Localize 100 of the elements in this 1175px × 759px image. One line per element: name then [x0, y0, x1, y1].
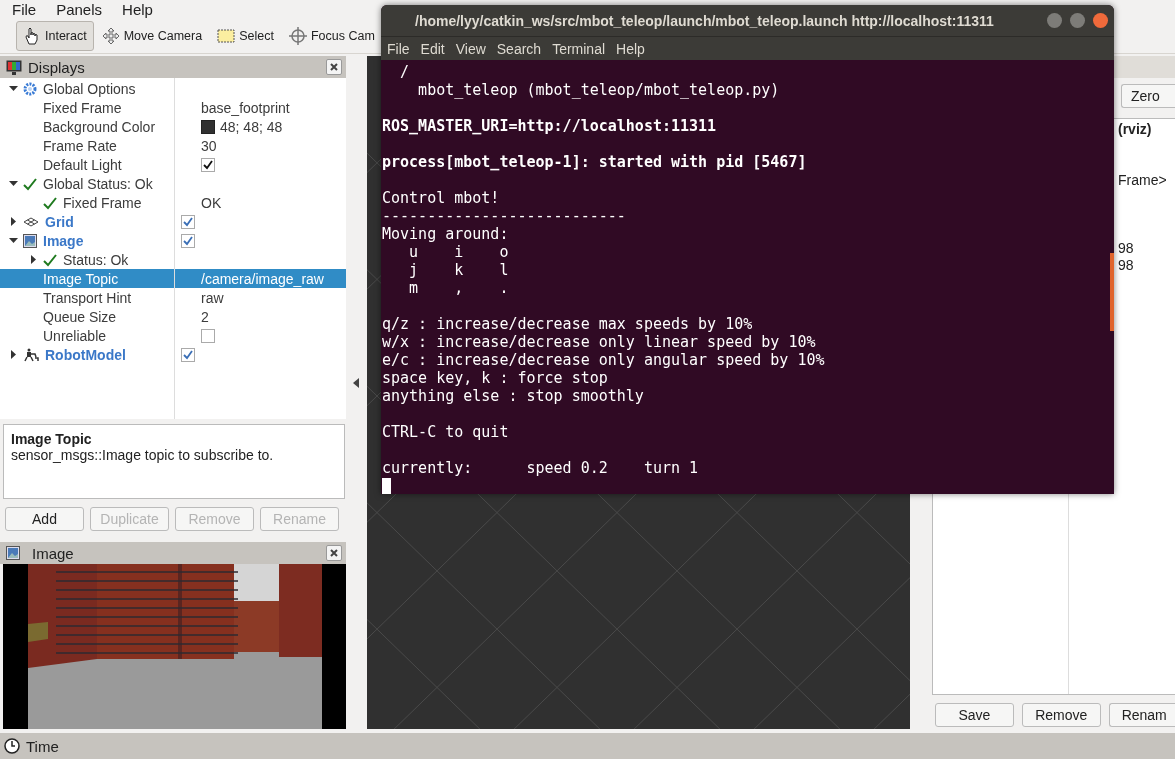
property-label: Grid	[45, 213, 74, 230]
property-label: Frame Rate	[43, 137, 117, 154]
minimize-button[interactable]	[1047, 13, 1062, 28]
hand-icon	[23, 25, 41, 46]
checkmark-icon	[43, 252, 57, 267]
tool-button[interactable]: Interact	[16, 20, 94, 51]
menu-item[interactable]: File	[387, 40, 410, 57]
checkbox[interactable]	[181, 233, 195, 248]
property-label: Global Status: Ok	[43, 175, 153, 192]
panel-button[interactable]: Remove	[1021, 703, 1101, 727]
crosshair-icon	[288, 26, 307, 45]
close-button[interactable]	[1093, 13, 1108, 28]
image-icon	[23, 233, 37, 248]
terminal-line: mbot_teleop (mbot_teleop/mbot_teleop.py)	[417, 81, 781, 99]
list-text: 98	[1118, 257, 1135, 274]
menu-item[interactable]: Help	[122, 0, 153, 18]
terminal-line: j k l	[408, 261, 510, 279]
terminal-line: anything else : stop smoothly	[382, 387, 645, 405]
expander-icon[interactable]	[8, 179, 18, 188]
panel-button[interactable]: Renam	[1108, 703, 1175, 727]
property-value: 2	[201, 308, 209, 325]
terminal-line: e/c : increase/decrease only angular speed by 10%	[382, 351, 826, 369]
property-label: RobotModel	[45, 346, 126, 363]
expander-icon[interactable]	[8, 217, 18, 226]
tool-button[interactable]: Focus Cam	[281, 20, 375, 51]
checkbox[interactable]	[181, 214, 195, 229]
tree-row[interactable]: Image	[0, 231, 346, 250]
tree-row[interactable]: Transport Hint raw	[0, 288, 346, 307]
property-label: Background Color	[43, 118, 156, 135]
panel-button[interactable]: Add	[5, 507, 84, 531]
tool-button[interactable]: Select	[210, 20, 281, 51]
terminal-line: CTRL-C to quit	[382, 423, 510, 441]
tree-row[interactable]: Fixed Frame base_footprint	[0, 98, 346, 117]
panel-title: Displays	[28, 58, 86, 76]
tree-row[interactable]: Global Options	[0, 79, 346, 98]
property-value: raw	[201, 289, 224, 306]
expander-icon[interactable]	[8, 236, 18, 245]
list-text: (rviz)	[1118, 121, 1153, 138]
checkbox[interactable]	[201, 157, 215, 172]
terminal-line: process[mbot_teleop-1]: started with pid [5467]	[382, 153, 808, 171]
tree-row[interactable]: Queue Size 2	[0, 307, 346, 326]
menu-item[interactable]: File	[12, 0, 37, 18]
menu-item[interactable]: View	[455, 40, 486, 57]
property-label: Image Topic	[43, 270, 119, 287]
property-label: Image	[43, 232, 84, 249]
tree-row[interactable]: Frame Rate 30	[0, 136, 346, 155]
checkmark-icon	[23, 176, 37, 191]
terminal-line: Moving around:	[382, 225, 510, 243]
selection-box-icon	[217, 28, 236, 43]
menu-item[interactable]: Terminal	[552, 40, 606, 57]
tree-row[interactable]: Image Topic /camera/image_raw	[0, 269, 346, 288]
panel-title: Image	[32, 544, 75, 562]
property-label: Transport Hint	[43, 289, 132, 306]
clock-icon	[4, 738, 20, 754]
close-icon	[330, 549, 338, 557]
description-title: Image Topic	[11, 431, 93, 447]
tree-row[interactable]: Global Status: Ok	[0, 174, 346, 193]
maximize-button[interactable]	[1070, 13, 1085, 28]
terminal-line: w/x : increase/decrease only linear speed by 10%	[382, 333, 817, 351]
monitor-icon	[6, 59, 22, 75]
expander-icon[interactable]	[8, 84, 18, 93]
window-title: /home/lyy/catkin_ws/src/mbot_teleop/launch/mbot_teleop.launch http://localhost:11311	[415, 12, 995, 29]
tree-row[interactable]: Status: Ok	[0, 250, 346, 269]
menu-item[interactable]: Search	[496, 40, 542, 57]
menu-item[interactable]: Edit	[420, 40, 445, 57]
description-text: sensor_msgs::Image topic to subscribe to.	[11, 447, 274, 463]
tree-row[interactable]: Unreliable	[0, 326, 346, 345]
checkbox[interactable]	[201, 328, 215, 343]
image-icon	[6, 546, 20, 560]
robot-icon	[23, 347, 39, 362]
tree-row[interactable]: Grid	[0, 212, 346, 231]
text-cursor	[382, 478, 391, 494]
gear-icon	[23, 81, 37, 96]
zero-button[interactable]: Zero	[1121, 84, 1175, 108]
property-label: Fixed Frame	[63, 194, 142, 211]
checkbox[interactable]	[181, 347, 195, 362]
tree-row[interactable]: Background Color 48; 48; 48	[0, 117, 346, 136]
terminal-line: ---------------------------	[382, 207, 627, 225]
expander-icon[interactable]	[28, 255, 38, 264]
property-label: Global Options	[43, 80, 136, 97]
collapse-arrow-icon[interactable]	[353, 377, 359, 388]
property-label: Fixed Frame	[43, 99, 122, 116]
menu-item[interactable]: Panels	[56, 0, 103, 18]
terminal-line: currently: speed 0.2 turn 1	[382, 459, 700, 477]
terminal-line: u i o	[408, 243, 510, 261]
color-swatch[interactable]	[201, 119, 215, 134]
move-icon	[101, 26, 120, 45]
scrollbar-thumb[interactable]	[1110, 253, 1114, 331]
tree-row[interactable]: Fixed Frame OK	[0, 193, 346, 212]
panel-button[interactable]: Save	[935, 703, 1014, 727]
tree-row[interactable]: RobotModel	[0, 345, 346, 364]
list-text: 98	[1118, 240, 1135, 257]
close-icon	[330, 63, 338, 71]
close-button[interactable]	[326, 545, 342, 561]
tree-row[interactable]: Default Light	[0, 155, 346, 174]
menu-item[interactable]: Help	[616, 40, 645, 57]
expander-icon[interactable]	[8, 350, 18, 359]
close-button[interactable]	[326, 59, 342, 75]
terminal-line: Control mbot!	[382, 189, 501, 207]
tool-button[interactable]: Move Camera	[94, 20, 210, 51]
